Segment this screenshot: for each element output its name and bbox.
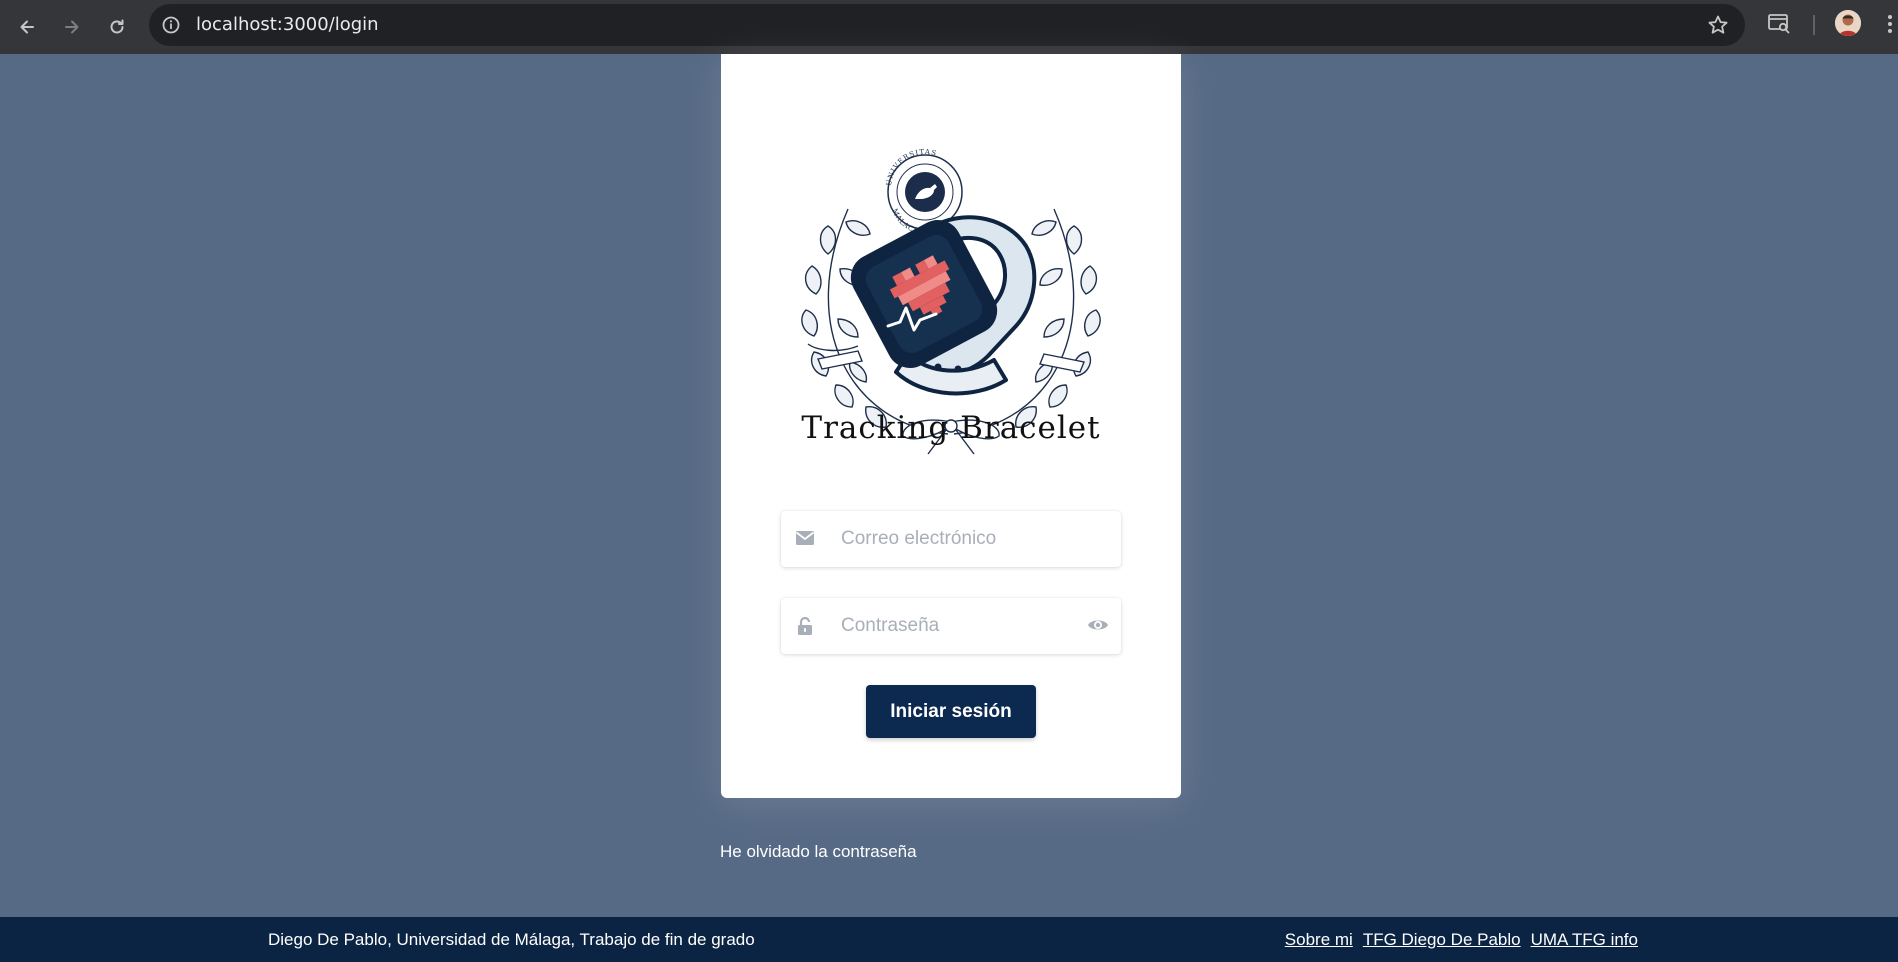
password-input[interactable] xyxy=(841,598,1061,654)
reload-button[interactable] xyxy=(99,9,135,45)
address-bar[interactable]: localhost:3000/login xyxy=(149,4,1745,46)
smartwatch-illustration xyxy=(850,215,1037,396)
arrow-left-icon xyxy=(20,20,34,34)
forward-button[interactable] xyxy=(54,9,90,45)
arrow-right-icon xyxy=(65,20,79,34)
profile-avatar[interactable] xyxy=(1835,10,1861,36)
kebab-menu-icon[interactable] xyxy=(1886,13,1894,35)
show-password-eye-icon[interactable] xyxy=(1087,616,1109,634)
footer-links: Sobre mi TFG Diego De Pablo UMA TFG info xyxy=(1285,930,1638,950)
password-field[interactable] xyxy=(781,598,1121,654)
avatar-icon xyxy=(1835,10,1861,36)
footer-link-uma-tfg-info[interactable]: UMA TFG info xyxy=(1531,930,1638,950)
star-outline-icon[interactable] xyxy=(1707,14,1729,36)
reload-icon xyxy=(110,19,124,34)
footer-link-about[interactable]: Sobre mi xyxy=(1285,930,1353,950)
page-footer: Diego De Pablo, Universidad de Málaga, T… xyxy=(0,917,1898,962)
info-circle-icon[interactable] xyxy=(161,15,181,35)
envelope-icon xyxy=(795,531,815,545)
forgot-password-link[interactable]: He olvidado la contraseña xyxy=(720,842,917,862)
tab-search-icon[interactable] xyxy=(1767,11,1791,35)
login-submit-button[interactable]: Iniciar sesión xyxy=(866,685,1036,738)
toolbar-divider xyxy=(1813,15,1815,35)
browser-toolbar: localhost:3000/login xyxy=(0,0,1898,54)
email-input[interactable] xyxy=(841,511,1061,567)
email-field[interactable] xyxy=(781,511,1121,567)
unlock-icon xyxy=(798,616,812,635)
url-text[interactable]: localhost:3000/login xyxy=(196,15,379,35)
footer-credit: Diego De Pablo, Universidad de Málaga, T… xyxy=(268,930,755,949)
footer-link-tfg-author[interactable]: TFG Diego De Pablo xyxy=(1363,930,1521,950)
login-card: UNIVERSITAS MALACITANA xyxy=(721,54,1181,798)
brand-title: Tracking Bracelet xyxy=(801,410,1101,446)
back-button[interactable] xyxy=(9,9,45,45)
